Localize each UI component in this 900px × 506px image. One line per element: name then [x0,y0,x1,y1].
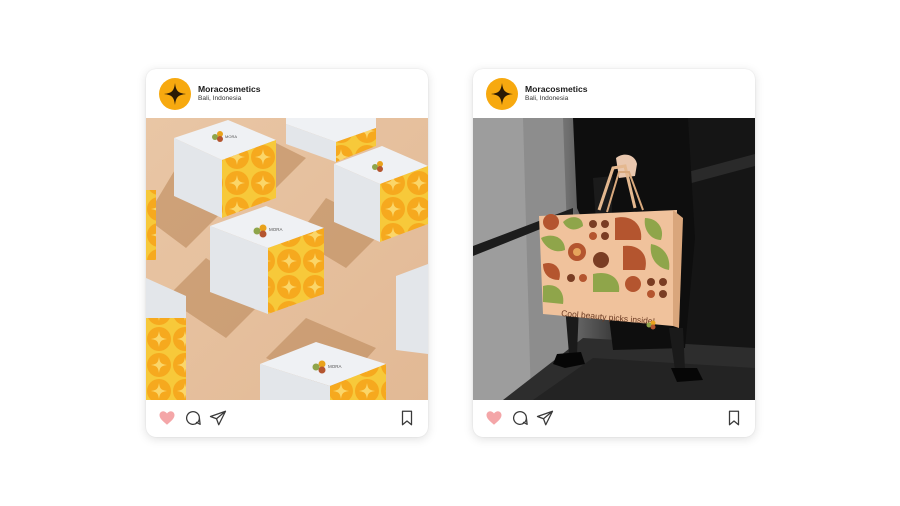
send-icon [209,410,227,426]
product-box [396,264,428,354]
account-avatar[interactable] [486,78,518,110]
comment-icon [513,411,528,426]
comment-button[interactable] [511,409,529,427]
action-bar [146,400,428,437]
action-bar [473,400,755,437]
share-button[interactable] [209,409,227,427]
post-image-boxes: MORA MORA MORA [146,118,428,400]
four-point-star-icon [491,83,513,105]
send-icon [536,410,554,426]
account-avatar[interactable] [159,78,191,110]
save-button[interactable] [725,409,743,427]
account-location[interactable]: Bali, Indonesia [198,95,241,103]
account-name[interactable]: Moracosmetics [198,84,261,94]
post-image-shopping-bag: Cool beauty picks inside! [473,118,755,400]
account-name[interactable]: Moracosmetics [525,84,588,94]
post-header: Moracosmetics Bali, Indonesia [473,69,755,118]
heart-icon [486,411,502,425]
bookmark-icon [728,410,740,426]
comment-icon [186,411,201,426]
product-box [334,146,428,242]
svg-text:MORA: MORA [328,364,342,369]
svg-text:MORA: MORA [225,134,237,139]
like-button[interactable] [158,409,176,427]
shopping-bag: Cool beauty picks inside! [539,210,683,330]
heart-icon [159,411,175,425]
product-box [146,278,186,400]
account-location[interactable]: Bali, Indonesia [525,95,568,103]
svg-text:MORA: MORA [269,227,283,232]
four-point-star-icon [164,83,186,105]
like-button[interactable] [485,409,503,427]
comment-button[interactable] [184,409,202,427]
product-box: MORA [210,206,324,314]
save-button[interactable] [398,409,416,427]
post-header: Moracosmetics Bali, Indonesia [146,69,428,118]
share-button[interactable] [536,409,554,427]
instagram-post-2: Moracosmetics Bali, Indonesia Cool beaut… [473,69,755,437]
bookmark-icon [401,410,413,426]
instagram-post-1: Moracosmetics Bali, Indonesia MORA MORA … [146,69,428,437]
